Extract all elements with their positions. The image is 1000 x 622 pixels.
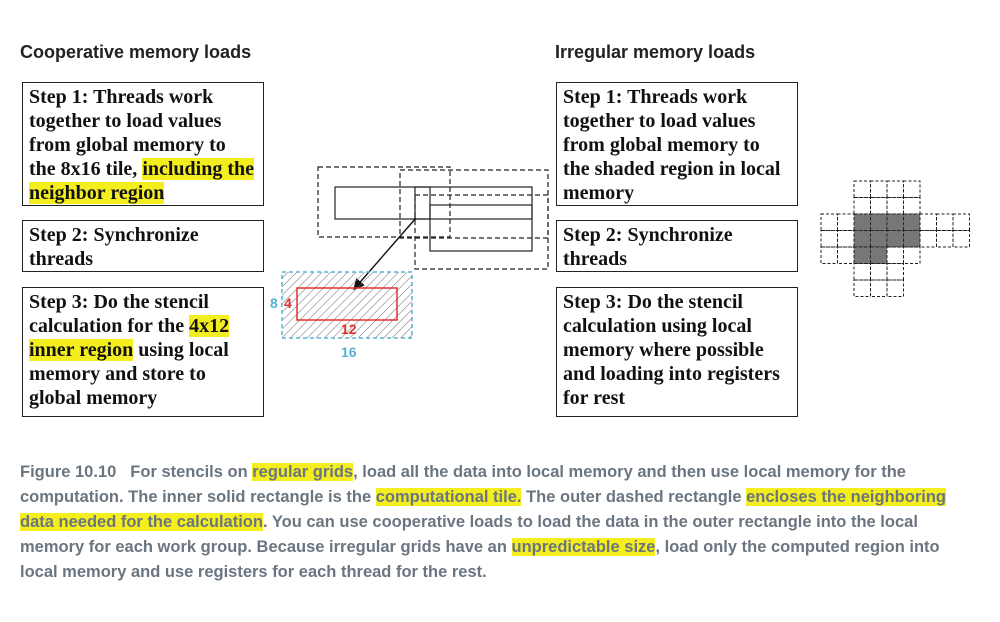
grid-cell (886, 197, 904, 215)
grid-cell (936, 213, 954, 231)
grid-cell (837, 230, 855, 248)
grid-cell (870, 180, 888, 198)
grid-cell (820, 246, 838, 264)
outer-tile-c (414, 194, 549, 270)
grid-cell-shaded (853, 230, 871, 248)
grid-cell (853, 197, 871, 215)
grid-cell-shaded (886, 230, 904, 248)
inner-height-label: 4 (284, 295, 292, 311)
grid-cell (837, 213, 855, 231)
grid-cell-shaded (870, 246, 888, 264)
grid-cell-shaded (903, 230, 921, 248)
outer-height-label: 8 (270, 295, 278, 311)
grid-cell (853, 180, 871, 198)
grid-cell (903, 246, 921, 264)
grid-cell-shaded (886, 213, 904, 231)
grid-cell-shaded (853, 213, 871, 231)
grid-cell (919, 213, 937, 231)
grid-cell (853, 279, 871, 297)
figure-caption: Figure 10.10 For stencils on regular grid… (20, 460, 980, 585)
inner-width-label: 12 (341, 321, 357, 337)
inner-tile-a (334, 186, 431, 220)
grid-cell-shaded (870, 213, 888, 231)
caption-text-1: For stencils on (130, 463, 253, 481)
grid-cell (886, 246, 904, 264)
grid-cell (853, 263, 871, 281)
grid-cell (870, 263, 888, 281)
caption-highlight-1: regular grids (252, 463, 354, 481)
grid-cell-shaded (870, 230, 888, 248)
inner-tile-c (429, 204, 533, 252)
grid-cell (870, 279, 888, 297)
figure-number: Figure 10.10 (20, 463, 117, 481)
grid-cell (870, 197, 888, 215)
grid-cell (903, 180, 921, 198)
overlapping-tiles (317, 166, 549, 270)
grid-cell (936, 230, 954, 248)
grid-cell (886, 180, 904, 198)
grid-cell (952, 230, 970, 248)
grid-cell (919, 230, 937, 248)
grid-cell (952, 213, 970, 231)
caption-highlight-4: unpredictable size (511, 538, 656, 556)
grid-cell-shaded (903, 213, 921, 231)
grid-cell (886, 279, 904, 297)
grid-cell (837, 246, 855, 264)
outer-width-label: 16 (341, 344, 357, 360)
grid-cell (903, 197, 921, 215)
irregular-grid (820, 180, 970, 297)
inner-tile-b (414, 186, 533, 220)
grid-cell (820, 230, 838, 248)
grid-cell (820, 213, 838, 231)
grid-cell-shaded (853, 246, 871, 264)
grid-cell (886, 263, 904, 281)
caption-highlight-2: computational tile. (375, 488, 522, 506)
outer-tile-b (399, 169, 549, 239)
caption-text-3: The outer dashed rectangle (521, 488, 747, 506)
